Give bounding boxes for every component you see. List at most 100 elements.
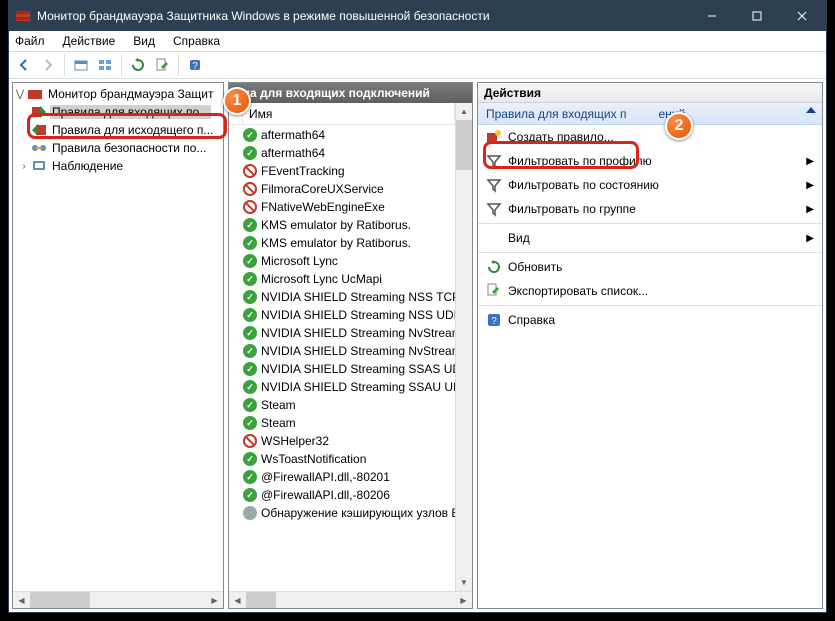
action-divider	[478, 305, 822, 306]
toolbar-export-button[interactable]	[151, 54, 173, 76]
scrollbar-thumb[interactable]	[456, 120, 472, 170]
rule-row[interactable]: ✓aftermath64	[229, 144, 455, 162]
action-help[interactable]: ? Справка	[478, 308, 822, 332]
toolbar-forward-button[interactable]	[37, 54, 59, 76]
allow-icon: ✓	[243, 308, 257, 322]
actions-pane: Действия Правила для входящих п XXXX ени…	[477, 82, 823, 609]
action-filter-group-label: Фильтровать по группе	[508, 202, 636, 216]
rule-row[interactable]: ✓NVIDIA SHIELD Streaming SSAU UDP Exc	[229, 378, 455, 396]
rule-name: Steam	[261, 416, 296, 430]
rule-row[interactable]: ✓@FirewallAPI.dll,-80201	[229, 468, 455, 486]
action-divider	[478, 223, 822, 224]
rule-name: NVIDIA SHIELD Streaming SSAS UDP Exc...	[261, 362, 455, 376]
menu-view[interactable]: Вид	[133, 34, 155, 48]
action-new-rule[interactable]: Создать правило...	[478, 125, 822, 149]
toolbar-up-button[interactable]	[70, 54, 92, 76]
allow-icon: ✓	[243, 290, 257, 304]
rule-row[interactable]: FNativeWebEngineExe	[229, 198, 455, 216]
tree-inbound-rules[interactable]: Правила для входящих по...	[13, 103, 223, 121]
rule-row[interactable]: ✓KMS emulator by Ratiborus.	[229, 216, 455, 234]
rule-row[interactable]: ✓NVIDIA SHIELD Streaming NSS UDP Exce	[229, 306, 455, 324]
submenu-arrow-icon: ▶	[806, 156, 814, 167]
block-icon	[243, 164, 257, 178]
column-header-name[interactable]: Имя	[243, 103, 455, 124]
rule-name: NVIDIA SHIELD Streaming SSAU UDP Exc	[261, 380, 455, 394]
action-filter-profile-label: Фильтровать по профилю	[508, 154, 652, 168]
expander-icon[interactable]: ⋁	[13, 89, 27, 100]
expander-icon[interactable]: ›	[17, 161, 31, 172]
rule-row[interactable]: ✓Microsoft Lync	[229, 252, 455, 270]
toolbar-separator	[178, 54, 179, 76]
rule-row[interactable]: ✓NVIDIA SHIELD Streaming NvStreamer U...	[229, 342, 455, 360]
scrollbar-track[interactable]	[30, 592, 206, 608]
rule-row[interactable]: ✓KMS emulator by Ratiborus.	[229, 234, 455, 252]
rule-row[interactable]: ✓Steam	[229, 414, 455, 432]
rule-name: FilmoraCoreUXService	[261, 182, 384, 196]
block-icon	[243, 182, 257, 196]
scrollbar-left-button[interactable]: ◀	[13, 592, 30, 608]
help-icon: ?	[486, 312, 502, 328]
rule-row[interactable]: ✓NVIDIA SHIELD Streaming SSAS UDP Exc...	[229, 360, 455, 378]
rule-row[interactable]: ✓@FirewallAPI.dll,-80206	[229, 486, 455, 504]
rule-row[interactable]: ✓aftermath64	[229, 126, 455, 144]
tree-monitoring[interactable]: › Наблюдение	[13, 157, 223, 175]
outbound-rules-icon	[31, 122, 47, 138]
scrollbar-thumb[interactable]	[246, 592, 276, 608]
action-export[interactable]: Экспортировать список...	[478, 279, 822, 303]
menu-action[interactable]: Действие	[63, 34, 116, 48]
rule-row[interactable]: ✓NVIDIA SHIELD Streaming NSS TCP Excep	[229, 288, 455, 306]
rule-name: Steam	[261, 398, 296, 412]
rule-row[interactable]: ✓NVIDIA SHIELD Streaming NvStreamer TC	[229, 324, 455, 342]
rule-name: FEventTracking	[261, 164, 345, 178]
rule-row[interactable]: ✓Microsoft Lync UcMapi	[229, 270, 455, 288]
scrollbar-right-button[interactable]: ▶	[206, 592, 223, 608]
svg-text:?: ?	[192, 61, 198, 72]
block-icon	[243, 434, 257, 448]
allow-icon: ✓	[243, 488, 257, 502]
center-v-scrollbar[interactable]: ▲ ▼	[455, 103, 472, 591]
scrollbar-down-button[interactable]: ▼	[456, 574, 472, 591]
menu-help[interactable]: Справка	[173, 34, 220, 48]
toolbar-refresh-button[interactable]	[127, 54, 149, 76]
tree-h-scrollbar[interactable]: ◀ ▶	[13, 591, 223, 608]
rule-row[interactable]: FEventTracking	[229, 162, 455, 180]
rule-row[interactable]: ✓Steam	[229, 396, 455, 414]
minimize-button[interactable]	[689, 1, 734, 31]
rule-row[interactable]: FilmoraCoreUXService	[229, 180, 455, 198]
toolbar-help-button[interactable]: ?	[184, 54, 206, 76]
toolbar-separator	[121, 54, 122, 76]
rule-row[interactable]: ✓WsToastNotification	[229, 450, 455, 468]
action-filter-group[interactable]: Фильтровать по группе ▶	[478, 197, 822, 221]
action-view[interactable]: Вид ▶	[478, 226, 822, 250]
firewall-icon	[27, 86, 43, 102]
toolbar-back-button[interactable]	[13, 54, 35, 76]
center-h-scrollbar[interactable]: ◀ ▶	[229, 591, 472, 608]
action-new-rule-label: Создать правило...	[508, 130, 614, 144]
allow-icon: ✓	[243, 146, 257, 160]
scrollbar-right-button[interactable]: ▶	[455, 592, 472, 608]
scrollbar-track[interactable]	[246, 592, 455, 608]
rule-row[interactable]: WSHelper32	[229, 432, 455, 450]
action-refresh[interactable]: Обновить	[478, 255, 822, 279]
scrollbar-thumb[interactable]	[30, 592, 90, 608]
action-filter-profile[interactable]: Фильтровать по профилю ▶	[478, 149, 822, 173]
allow-icon: ✓	[243, 254, 257, 268]
center-header-text: ила для входящих подключений	[235, 86, 430, 100]
tree-connection-security[interactable]: Правила безопасности по...	[13, 139, 223, 157]
allow-icon: ✓	[243, 272, 257, 286]
action-export-label: Экспортировать список...	[508, 284, 648, 298]
block-icon	[243, 200, 257, 214]
scrollbar-up-button[interactable]: ▲	[456, 103, 472, 120]
column-header-row: Имя	[229, 103, 455, 125]
column-header-icon[interactable]	[229, 103, 243, 124]
rule-row[interactable]: Обнаружение кэширующих узлов Bra...	[229, 504, 455, 522]
action-filter-state[interactable]: Фильтровать по состоянию ▶	[478, 173, 822, 197]
scrollbar-left-button[interactable]: ◀	[229, 592, 246, 608]
tree-root[interactable]: ⋁ Монитор брандмауэра Защит	[13, 85, 223, 103]
menu-file[interactable]: Файл	[15, 34, 45, 48]
maximize-button[interactable]	[734, 1, 779, 31]
tree-outbound-rules[interactable]: Правила для исходящего п...	[13, 121, 223, 139]
actions-section-title[interactable]: Правила для входящих п XXXX ений	[478, 103, 822, 125]
close-button[interactable]	[779, 1, 824, 31]
toolbar-list-button[interactable]	[94, 54, 116, 76]
